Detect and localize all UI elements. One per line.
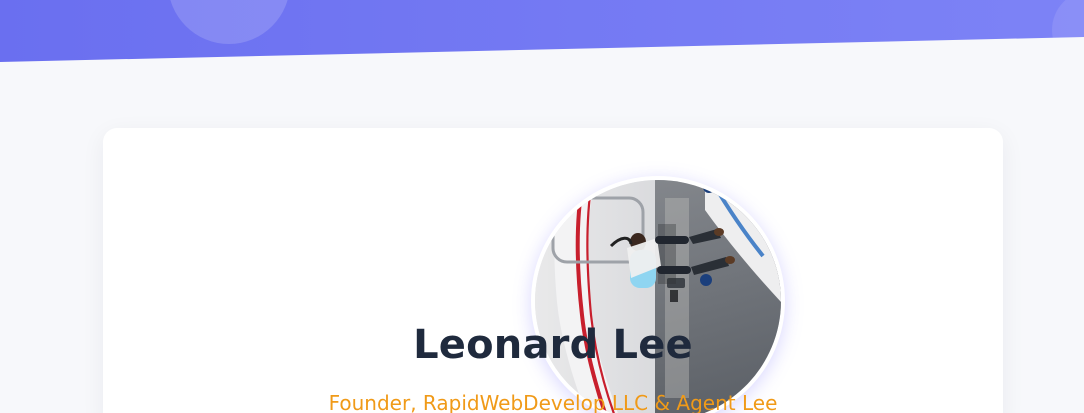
- profile-title: Founder, RapidWebDevelop LLC & Agent Lee: [328, 391, 778, 413]
- profile-name: Leonard Lee: [413, 322, 693, 368]
- profile-avatar: [531, 176, 785, 413]
- profile-card-clip: [103, 128, 1003, 413]
- profile-photo-icon: [535, 180, 781, 413]
- banner-decoration-circle-right: [1052, 0, 1084, 62]
- profile-page: Leonard Lee Founder, RapidWebDevelop LLC…: [0, 0, 1084, 413]
- banner-decoration-circle: [168, 0, 290, 44]
- hero-banner: [0, 0, 1084, 62]
